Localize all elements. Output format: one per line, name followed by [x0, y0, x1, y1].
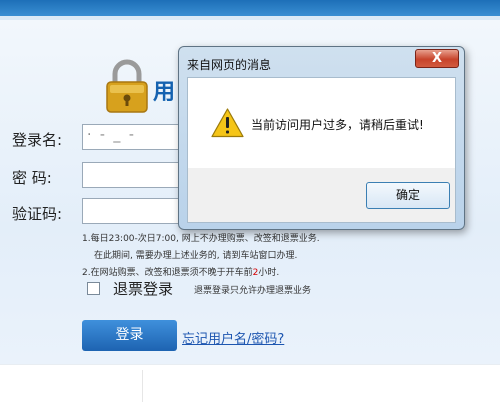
refund-login-label[interactable]: 退票登录: [113, 278, 173, 299]
dialog-title: 来自网页的消息: [187, 58, 272, 72]
lock-icon: [106, 59, 148, 113]
username-label: 登录名:: [12, 131, 63, 149]
service-notice: 1.每日23:00-次日7:00, 网上不办理购票、改签和退票业务. 在此期间,…: [82, 231, 320, 282]
dialog-close-button[interactable]: X: [415, 49, 459, 68]
password-label: 密 码:: [12, 169, 52, 187]
refund-login-checkbox[interactable]: [87, 282, 100, 295]
login-button[interactable]: 登录: [82, 320, 177, 351]
dialog-footer: 确定: [188, 168, 455, 222]
username-value: · ‐ _ ‐: [87, 127, 136, 143]
warning-icon: [211, 108, 244, 138]
captcha-label: 验证码:: [12, 205, 63, 223]
dialog-message: 当前访问用户过多，请稍后重试!: [251, 118, 424, 132]
ok-button[interactable]: 确定: [366, 182, 450, 209]
footer-column-divider: [142, 370, 143, 402]
dialog-body: 当前访问用户过多，请稍后重试! 确定: [187, 77, 456, 223]
footer-divider: [0, 364, 500, 365]
alert-dialog: 来自网页的消息 X 当前访问用户过多，请稍后重试! 确定: [178, 46, 465, 230]
top-banner: [0, 0, 500, 16]
notice-line-1: 1.每日23:00-次日7:00, 网上不办理购票、改签和退票业务.: [82, 234, 320, 244]
forgot-password-link[interactable]: 忘记用户名/密码?: [182, 328, 284, 347]
refund-login-hint: 退票登录只允许办理退票业务: [194, 286, 312, 296]
page-title: 用: [153, 80, 176, 105]
notice-line-2: 在此期间, 需要办理上述业务的, 请到车站窗口办理.: [94, 251, 298, 261]
